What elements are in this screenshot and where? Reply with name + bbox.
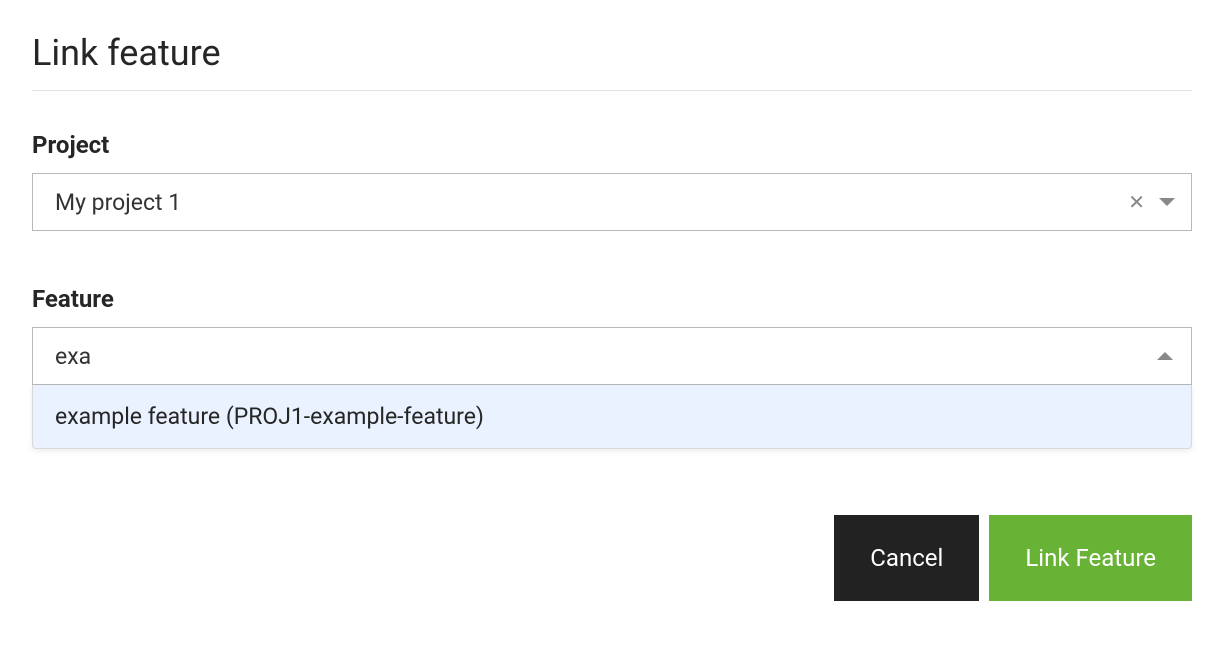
feature-dropdown-panel: example feature (PROJ1-example-feature) xyxy=(32,385,1192,449)
feature-label: Feature xyxy=(32,285,1192,313)
dialog-title: Link feature xyxy=(32,32,1192,91)
clear-icon[interactable]: ✕ xyxy=(1128,192,1145,212)
cancel-button[interactable]: Cancel xyxy=(834,515,979,601)
project-select-controls: ✕ xyxy=(1128,192,1175,212)
project-selected-value: My project 1 xyxy=(55,189,1128,216)
feature-field-group: Feature example feature (PROJ1-example-f… xyxy=(32,285,1192,385)
feature-option[interactable]: example feature (PROJ1-example-feature) xyxy=(33,385,1191,448)
project-label: Project xyxy=(32,131,1192,159)
project-field-group: Project My project 1 ✕ xyxy=(32,131,1192,231)
caret-up-icon[interactable] xyxy=(1157,352,1173,360)
button-row: Cancel Link Feature xyxy=(32,515,1192,601)
feature-input[interactable] xyxy=(55,343,1157,370)
project-select[interactable]: My project 1 ✕ xyxy=(32,173,1192,231)
caret-down-icon[interactable] xyxy=(1159,198,1175,206)
project-select-wrapper: My project 1 ✕ xyxy=(32,173,1192,231)
feature-combobox: example feature (PROJ1-example-feature) xyxy=(32,327,1192,385)
link-feature-button[interactable]: Link Feature xyxy=(989,515,1192,601)
feature-input-row[interactable] xyxy=(32,327,1192,385)
